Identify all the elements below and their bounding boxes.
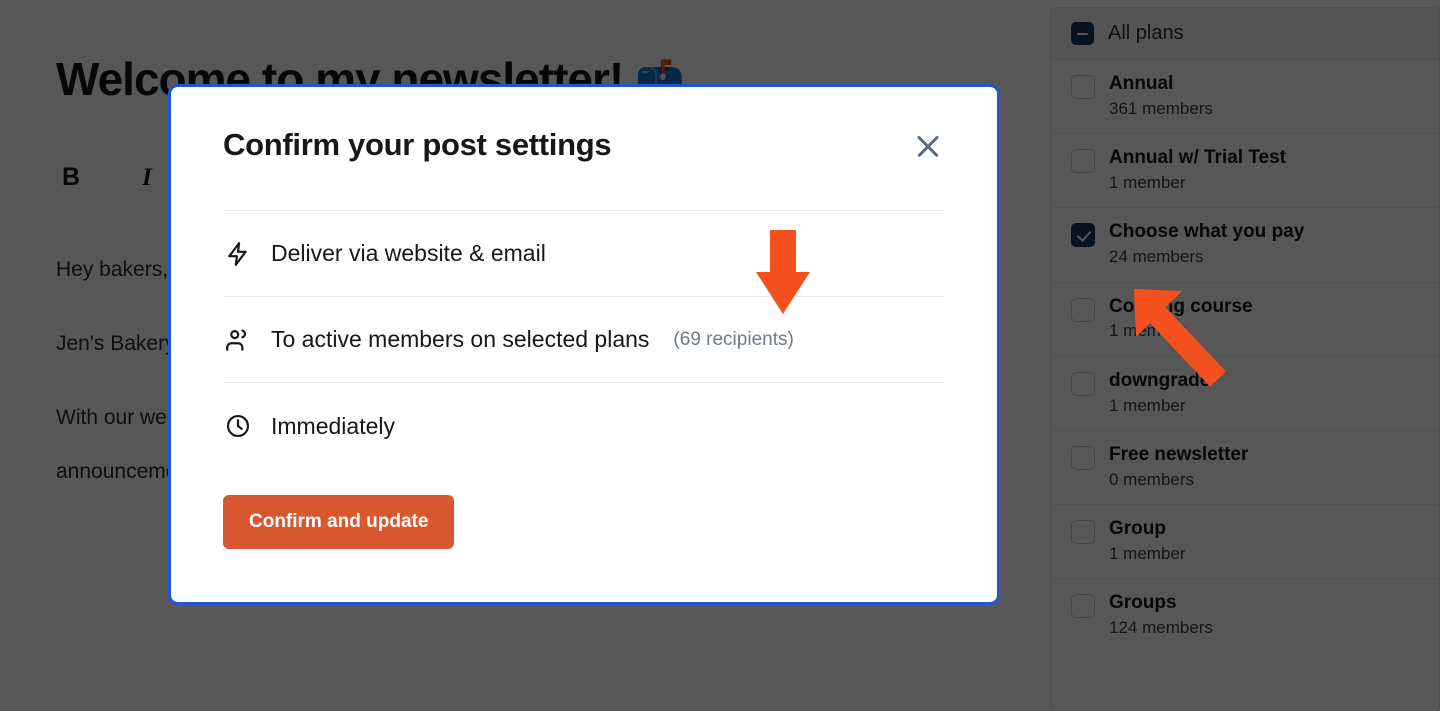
clock-icon — [223, 411, 253, 441]
screen: Welcome to my newsletter! 📫 B I Hey bake… — [0, 0, 1440, 711]
setting-row-delivery[interactable]: Deliver via website & email — [223, 211, 945, 297]
members-icon — [223, 325, 253, 355]
confirm-post-settings-modal: Confirm your post settings Deliver via w… — [168, 84, 1000, 605]
lightning-bolt-icon — [223, 239, 253, 269]
setting-label-schedule: Immediately — [271, 412, 395, 439]
modal-header: Confirm your post settings — [223, 87, 945, 163]
annotation-arrow-down-icon — [748, 228, 818, 318]
setting-row-schedule[interactable]: Immediately — [223, 383, 945, 469]
modal-title: Confirm your post settings — [223, 127, 612, 162]
recipient-count: (69 recipients) — [673, 328, 794, 350]
setting-label-delivery: Deliver via website & email — [271, 240, 546, 266]
annotation-arrow-up-icon — [1130, 285, 1240, 390]
close-icon[interactable] — [911, 129, 945, 163]
confirm-and-update-button[interactable]: Confirm and update — [223, 495, 455, 549]
setting-row-audience[interactable]: To active members on selected plans (69 … — [223, 297, 945, 383]
setting-label-audience: To active members on selected plans — [271, 326, 650, 352]
